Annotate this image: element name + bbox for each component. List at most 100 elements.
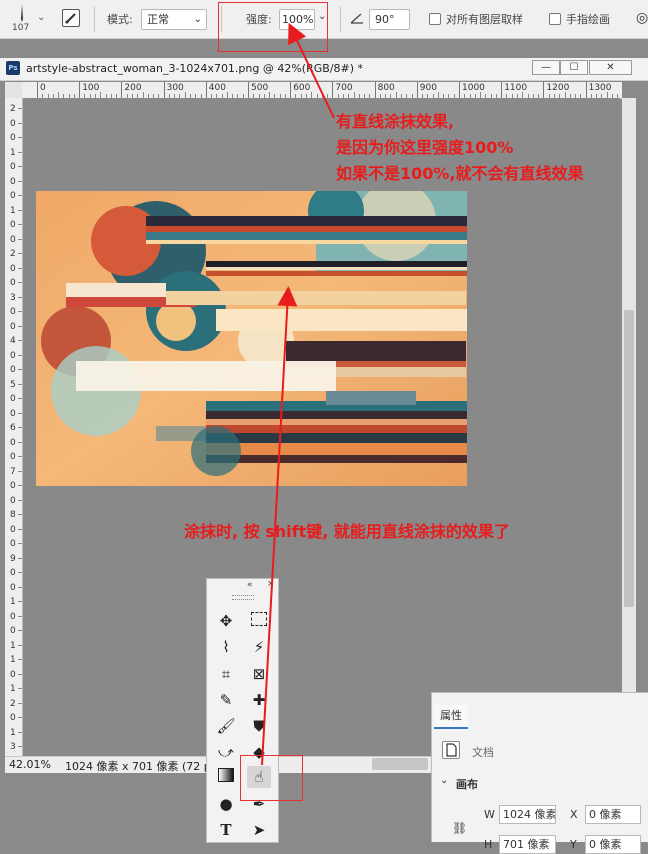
height-field[interactable]: 701 像素 <box>499 835 556 854</box>
ruler-v-minor <box>18 354 22 356</box>
close-button[interactable]: ✕ <box>589 60 632 75</box>
ruler-v-label: 0 <box>10 626 16 636</box>
ruler-v-minor <box>18 557 22 559</box>
ruler-v-label: 1 <box>10 727 16 738</box>
ruler-v-minor <box>18 644 22 646</box>
ruler-v-label: 2 <box>10 104 16 114</box>
crop-icon[interactable]: ⌗ <box>214 663 238 685</box>
collapse-panel-icon[interactable]: « <box>247 580 253 590</box>
chevron-down-icon[interactable]: ⌄ <box>440 775 448 786</box>
tab-properties[interactable]: 属性 <box>434 705 468 729</box>
document-tab[interactable]: Ps artstyle-abstract_woman_3-1024x701.pn… <box>0 58 648 81</box>
healing-icon[interactable]: ✚ <box>247 689 271 711</box>
document-image[interactable] <box>36 191 467 486</box>
gradient-icon[interactable] <box>214 766 238 788</box>
ruler-v-label: 0 <box>10 350 16 361</box>
y-label: Y <box>570 838 577 851</box>
brush-icon[interactable]: 🖌 <box>214 715 238 737</box>
ruler-h-tick <box>543 82 545 98</box>
minimize-button[interactable]: — <box>532 60 560 75</box>
ruler-v-minor <box>18 325 22 327</box>
ruler-h-label: 1100 <box>504 83 528 93</box>
properties-panel: 属性 文档 ⌄ 画布 W 1024 像素 X 0 像素 ⛓ H 701 像素 Y… <box>431 692 648 854</box>
ruler-v-minor <box>18 572 22 573</box>
ruler-v-minor <box>18 412 22 414</box>
panel-grip[interactable] <box>232 595 254 600</box>
width-field[interactable]: 1024 像素 <box>499 805 556 824</box>
ruler-h-label: 600 <box>293 83 311 93</box>
angle-input[interactable]: 90° <box>369 9 410 30</box>
ruler-v-minor <box>18 717 22 718</box>
ruler-h-tick <box>290 82 292 98</box>
dodge-icon[interactable]: ● <box>214 793 238 815</box>
vertical-scrollbar-thumb[interactable] <box>624 310 634 607</box>
ruler-v-minor <box>18 630 22 631</box>
chevron-down-icon[interactable]: ⌄ <box>37 12 45 23</box>
ruler-h-label: 1000 <box>462 83 485 93</box>
ruler-v-label: 0 <box>10 452 16 462</box>
ruler-v-minor <box>18 688 22 689</box>
ruler-v-label: 7 <box>10 466 16 477</box>
sample-all-layers-checkbox[interactable] <box>429 13 441 25</box>
stamp-icon[interactable]: ⛊ <box>247 715 271 737</box>
ruler-v-minor <box>18 543 22 544</box>
ruler-v-minor <box>18 702 22 704</box>
document-info[interactable]: 1024 像素 x 701 像素 (72 pp <box>65 758 218 774</box>
ruler-v-minor <box>18 122 22 124</box>
frame-icon[interactable]: ⊠ <box>247 663 271 685</box>
ruler-v-label: 1 <box>10 684 16 694</box>
ruler-h-tick <box>501 82 503 98</box>
ruler-v-minor <box>18 180 22 182</box>
ruler-h-tick <box>79 82 81 98</box>
ruler-h-label: 200 <box>124 83 142 93</box>
ruler-v-minor <box>18 659 22 660</box>
ruler-v-label: 0 <box>10 133 16 143</box>
link-icon[interactable]: ⛓ <box>452 821 467 835</box>
ruler-v-label: 1 <box>10 205 16 216</box>
move-icon[interactable]: ✥ <box>214 610 238 632</box>
marquee-icon[interactable] <box>247 610 271 632</box>
horizontal-scrollbar-thumb[interactable] <box>372 758 428 770</box>
chevron-down-icon: ⌄ <box>193 14 202 25</box>
ruler-v-minor <box>18 470 22 472</box>
pressure-icon[interactable]: ◎ <box>636 10 648 26</box>
ruler-h-label: 1300 <box>588 83 612 93</box>
ruler-v-minor <box>18 514 22 515</box>
magic-wand-icon[interactable]: ⚡ <box>247 636 271 658</box>
type-icon[interactable]: T <box>214 819 238 841</box>
ruler-h-tick <box>163 82 165 98</box>
ruler-h-label: 1200 <box>546 83 570 93</box>
brush-settings-icon[interactable] <box>62 9 80 27</box>
y-field[interactable]: 0 像素 <box>585 835 641 854</box>
select-arrow-icon[interactable]: ➤ <box>247 819 271 841</box>
mode-label: 模式: <box>107 13 133 26</box>
ruler-h-tick <box>248 82 249 98</box>
maximize-button[interactable]: ☐ <box>560 60 588 75</box>
ruler-h-tick <box>416 82 418 98</box>
ruler-v-label: 0 <box>10 162 16 172</box>
x-label: X <box>570 808 578 821</box>
finger-painting-checkbox[interactable] <box>549 13 561 25</box>
history-brush-icon[interactable]: ⤻ <box>214 741 238 763</box>
document-label: 文档 <box>472 746 494 759</box>
angle-value: 90° <box>375 13 395 26</box>
ruler-v-label: 0 <box>10 524 16 535</box>
ruler-v-minor <box>18 731 22 733</box>
vertical-ruler: 2 0 0 1 0 0 0 1 0 0 2 0 0 3 0 0 4 0 0 5 0 0 6 0 0 7 0 0 8 0 0 9 0 0 1 0 0 1 1 0… <box>5 98 23 756</box>
ruler-v-label: 0 <box>10 713 16 723</box>
x-field[interactable]: 0 像素 <box>585 805 641 824</box>
annotation-line-2: 是因为你这里强度100% <box>336 138 514 157</box>
lasso-icon[interactable]: ⌇ <box>214 636 238 658</box>
close-panel-icon[interactable]: × <box>267 579 275 589</box>
eyedropper-icon[interactable]: ✎ <box>214 689 238 711</box>
canvas-section-title: 画布 <box>456 778 478 791</box>
ruler-v-minor <box>18 441 22 443</box>
ruler-v-label: 0 <box>10 278 16 288</box>
ruler-v-minor <box>18 528 22 530</box>
mode-select[interactable]: 正常 ⌄ <box>141 9 207 30</box>
ruler-v-minor <box>18 398 22 399</box>
zoom-level[interactable]: 42.01% <box>9 758 51 771</box>
ruler-v-label: 3 <box>10 742 16 752</box>
ruler-v-label: 6 <box>10 423 16 433</box>
brush-preset-icon[interactable] <box>14 3 30 23</box>
